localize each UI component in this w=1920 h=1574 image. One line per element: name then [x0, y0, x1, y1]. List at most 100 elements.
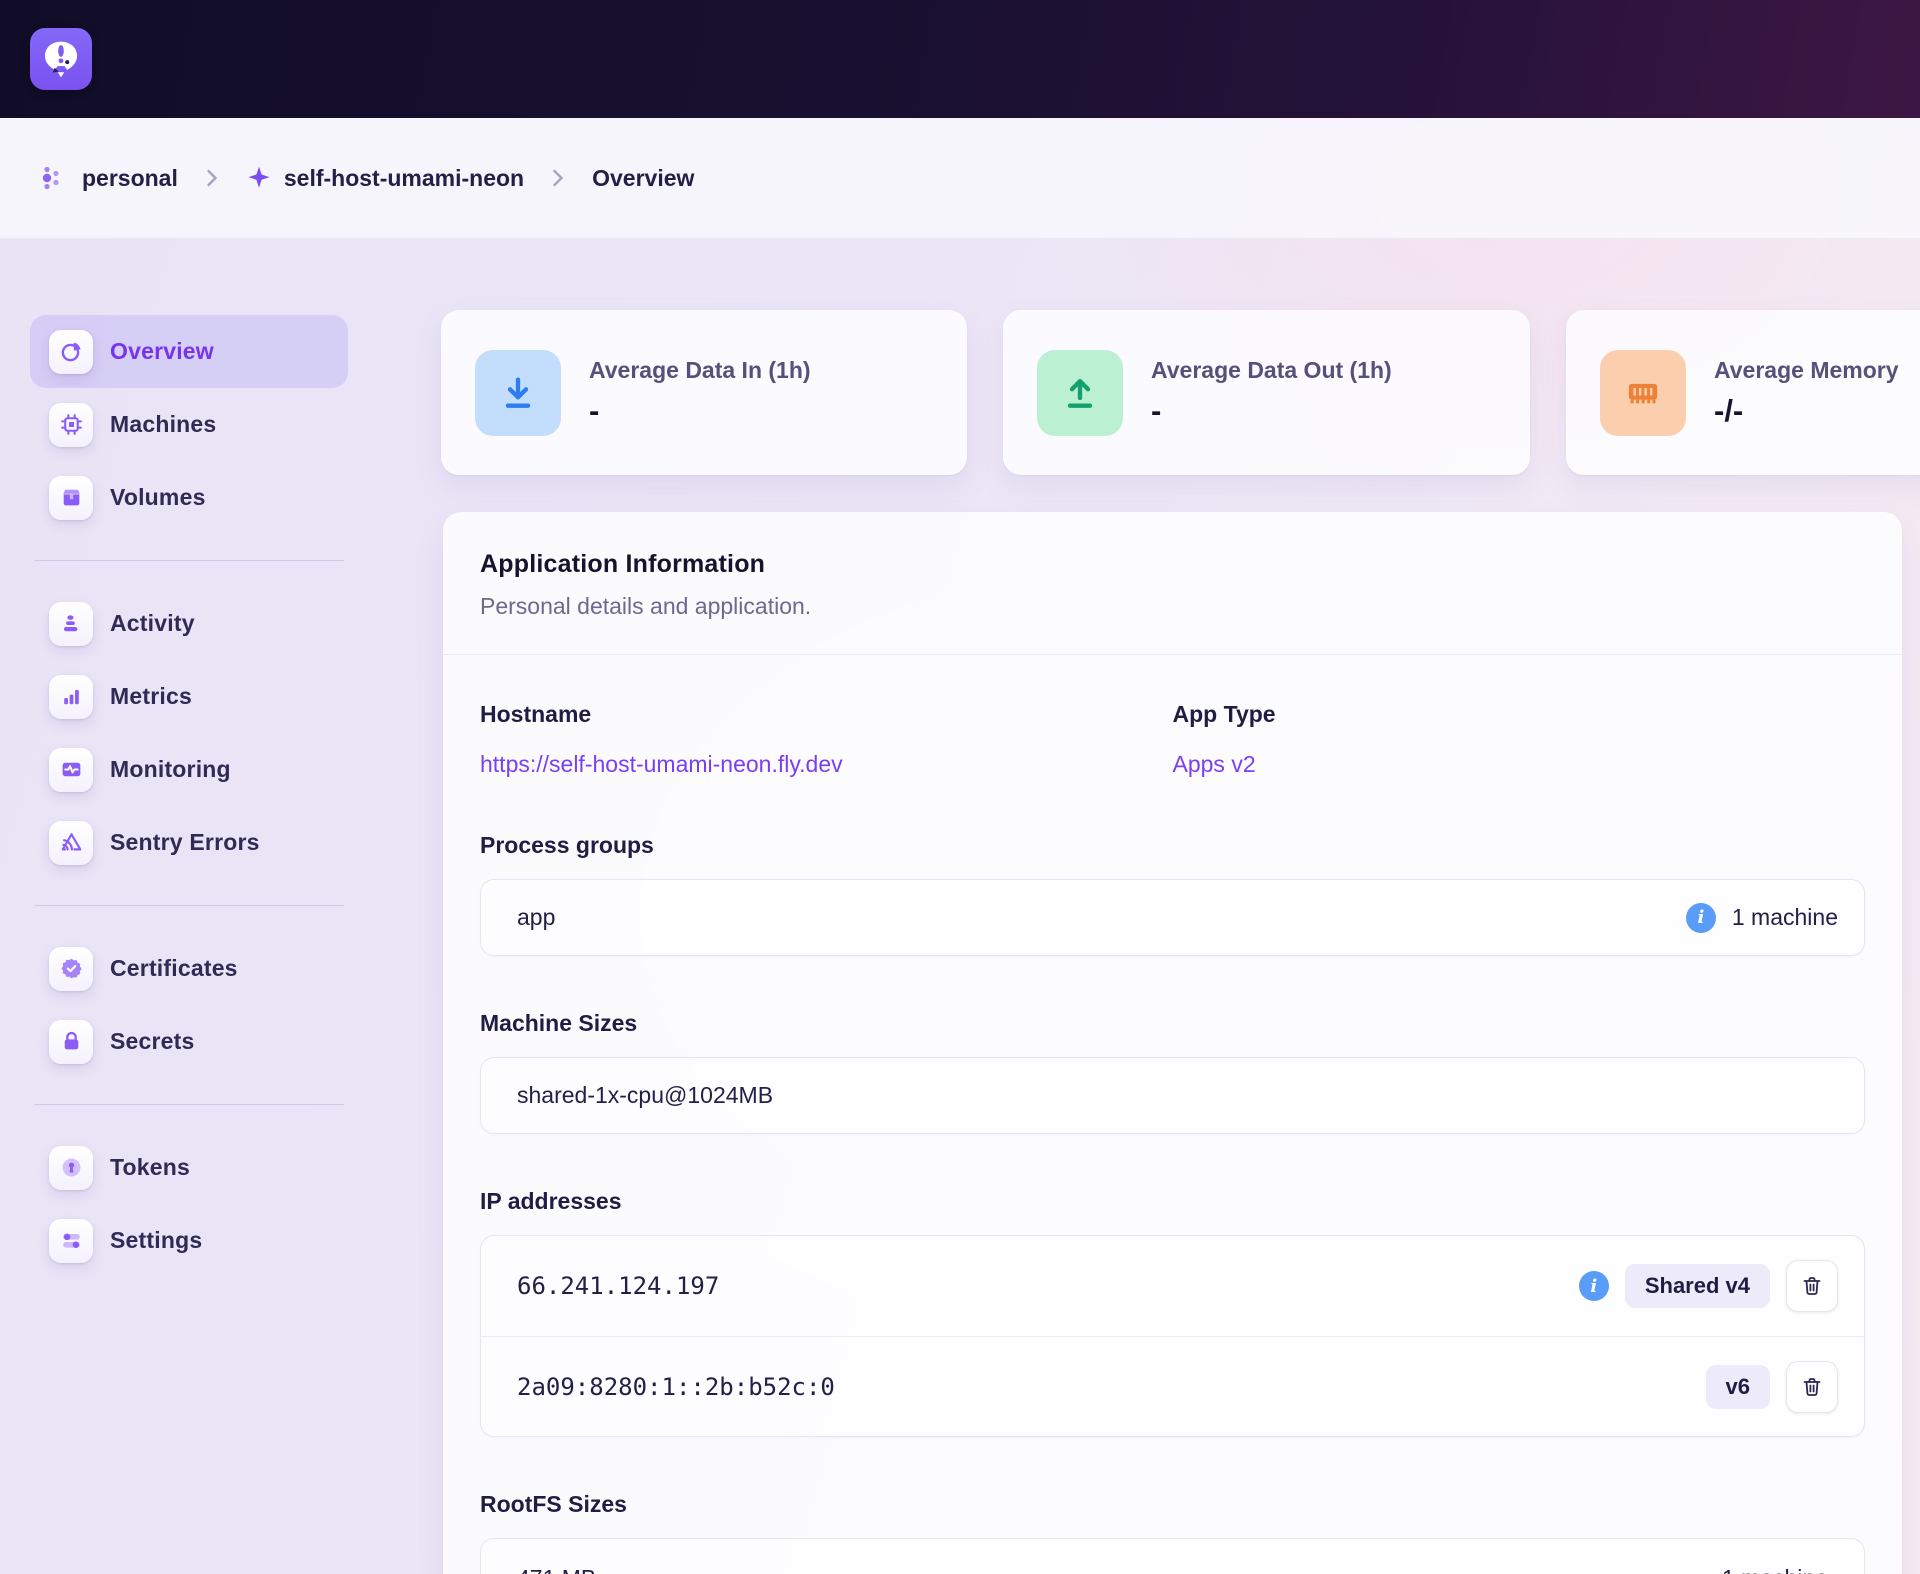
rootfs-size-value: 471 MB — [517, 1565, 596, 1574]
chevron-right-icon — [204, 166, 220, 190]
stat-title: Average Data In (1h) — [589, 357, 811, 384]
process-group-name: app — [517, 904, 555, 931]
machine-size-value: shared-1x-cpu@1024MB — [517, 1082, 773, 1109]
sidebar-label: Settings — [110, 1227, 202, 1254]
sidebar-item-tokens[interactable]: Tokens — [30, 1131, 348, 1204]
stat-card-memory: Average Memory -/- — [1566, 310, 1920, 475]
sidebar-divider — [34, 1104, 344, 1105]
machine-sizes-label: Machine Sizes — [480, 1010, 1865, 1037]
chevron-right-icon — [550, 166, 566, 190]
top-navbar — [0, 0, 1920, 118]
application-information-card: Application Information Personal details… — [443, 512, 1902, 1574]
ip-row-v6: 2a09:8280:1::2b:b52c:0 v6 — [481, 1336, 1864, 1436]
info-icon[interactable]: i — [1579, 1271, 1609, 1301]
org-dots-icon — [38, 163, 68, 193]
sidebar-label: Sentry Errors — [110, 829, 260, 856]
sidebar-item-volumes[interactable]: Volumes — [30, 461, 348, 534]
machine-count: 1 machine — [1732, 904, 1838, 931]
stat-text: Average Data In (1h) - — [589, 357, 811, 429]
sidebar-item-overview[interactable]: Overview — [30, 315, 348, 388]
info-icon[interactable]: i — [1686, 903, 1716, 933]
overview-icon — [49, 330, 93, 374]
process-groups-section: Process groups app i 1 machine — [480, 832, 1865, 956]
ip-addresses-list: 66.241.124.197 i Shared v4 2a09:8280:1::… — [480, 1235, 1865, 1437]
breadcrumb-app[interactable]: self-host-umami-neon — [284, 165, 524, 192]
stat-value: -/- — [1714, 393, 1899, 429]
volumes-icon — [49, 476, 93, 520]
trash-icon — [1800, 1375, 1824, 1399]
card-title: Application Information — [480, 550, 1865, 579]
sidebar-item-monitoring[interactable]: Monitoring — [30, 733, 348, 806]
sidebar-item-certificates[interactable]: Certificates — [30, 932, 348, 1005]
delete-ip-button[interactable] — [1786, 1361, 1838, 1413]
app-sparkle-icon — [246, 165, 272, 191]
fly-logo[interactable] — [30, 28, 92, 90]
sidebar-item-settings[interactable]: Settings — [30, 1204, 348, 1277]
sidebar-label: Machines — [110, 411, 216, 438]
card-header: Application Information Personal details… — [443, 512, 1902, 654]
sidebar-label: Tokens — [110, 1154, 190, 1181]
stat-value: - — [1151, 393, 1392, 429]
stat-title: Average Data Out (1h) — [1151, 357, 1392, 384]
ip-row-actions: v6 — [1706, 1361, 1838, 1413]
stat-title: Average Memory — [1714, 357, 1899, 384]
ip-type-badge: Shared v4 — [1625, 1264, 1770, 1308]
page: personal self-host-umami-neon Overview O… — [0, 0, 1920, 1574]
breadcrumb: personal self-host-umami-neon Overview — [0, 118, 1920, 239]
hostname-link[interactable]: https://self-host-umami-neon.fly.dev — [480, 751, 843, 778]
sidebar-divider — [34, 560, 344, 561]
data-in-icon — [475, 350, 561, 436]
stats-row: Average Data In (1h) - Average Data Out … — [441, 310, 1920, 475]
stat-card-data-out: Average Data Out (1h) - — [1003, 310, 1530, 475]
rootfs-sizes-section: RootFS Sizes 471 MB 1 machine — [480, 1491, 1865, 1574]
machine-sizes-section: Machine Sizes shared-1x-cpu@1024MB — [480, 1010, 1865, 1134]
sidebar-item-activity[interactable]: Activity — [30, 587, 348, 660]
sidebar-divider — [34, 905, 344, 906]
process-group-meta: i 1 machine — [1686, 903, 1838, 933]
sidebar-label: Secrets — [110, 1028, 195, 1055]
sidebar-label: Metrics — [110, 683, 192, 710]
rootfs-row: 471 MB 1 machine — [480, 1538, 1865, 1574]
ip-addresses-label: IP addresses — [480, 1188, 1865, 1215]
sidebar-nav: Overview Machines Volumes Activity — [30, 315, 348, 1277]
hostname-label: Hostname — [480, 701, 1173, 728]
lock-icon — [49, 1020, 93, 1064]
memory-icon — [1600, 350, 1686, 436]
ip-row-actions: i Shared v4 — [1579, 1260, 1838, 1312]
sidebar-label: Overview — [110, 338, 214, 365]
sidebar-label: Monitoring — [110, 756, 231, 783]
monitoring-icon — [49, 748, 93, 792]
data-out-icon — [1037, 350, 1123, 436]
card-subtitle: Personal details and application. — [480, 593, 1865, 620]
process-group-row: app i 1 machine — [480, 879, 1865, 956]
sidebar-item-secrets[interactable]: Secrets — [30, 1005, 348, 1078]
breadcrumb-org[interactable]: personal — [82, 165, 178, 192]
breadcrumb-page[interactable]: Overview — [592, 165, 694, 192]
machines-icon — [49, 403, 93, 447]
ip-addresses-section: IP addresses 66.241.124.197 i Shared v4 — [480, 1188, 1865, 1437]
sidebar-item-machines[interactable]: Machines — [30, 388, 348, 461]
card-body: Hostname https://self-host-umami-neon.fl… — [443, 655, 1902, 1574]
sidebar-item-metrics[interactable]: Metrics — [30, 660, 348, 733]
keyhole-icon — [49, 1146, 93, 1190]
app-type-field: App Type Apps v2 — [1173, 701, 1866, 778]
delete-ip-button[interactable] — [1786, 1260, 1838, 1312]
sidebar-item-sentry-errors[interactable]: Sentry Errors — [30, 806, 348, 879]
stat-value: - — [589, 393, 811, 429]
machine-size-row: shared-1x-cpu@1024MB — [480, 1057, 1865, 1134]
ip-type-badge: v6 — [1706, 1365, 1770, 1409]
machine-count: 1 machine — [1722, 1565, 1828, 1574]
process-groups-label: Process groups — [480, 832, 1865, 859]
metrics-icon — [49, 675, 93, 719]
app-type-link[interactable]: Apps v2 — [1173, 751, 1256, 778]
rootfs-row-meta: 1 machine — [1722, 1565, 1828, 1574]
activity-icon — [49, 602, 93, 646]
rootfs-sizes-label: RootFS Sizes — [480, 1491, 1865, 1518]
balloon-icon — [39, 37, 83, 81]
sidebar-label: Certificates — [110, 955, 238, 982]
hostname-field: Hostname https://self-host-umami-neon.fl… — [480, 701, 1173, 778]
ip-address: 66.241.124.197 — [517, 1272, 719, 1300]
trash-icon — [1800, 1274, 1824, 1298]
ip-row-v4: 66.241.124.197 i Shared v4 — [481, 1236, 1864, 1336]
sidebar-label: Volumes — [110, 484, 206, 511]
